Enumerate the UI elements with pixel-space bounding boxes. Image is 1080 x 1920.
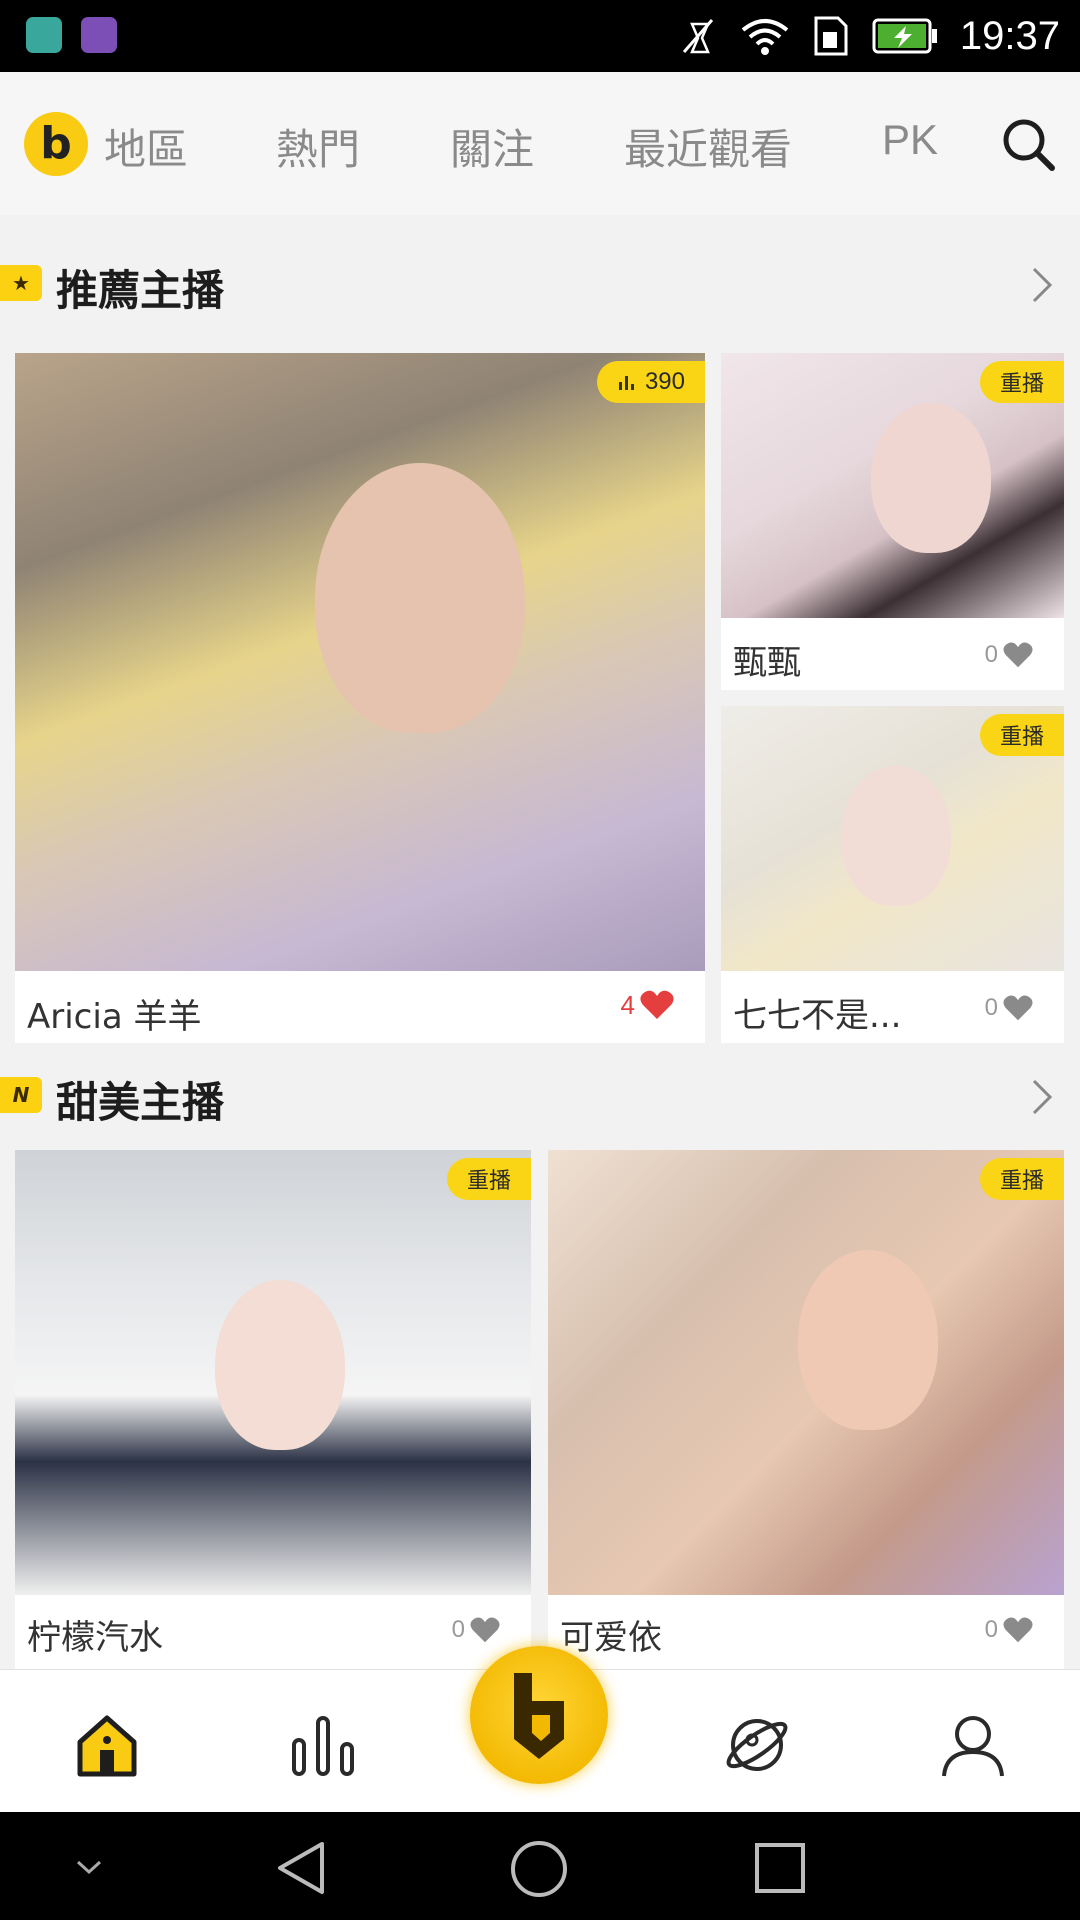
- new-badge-icon: N: [0, 1077, 42, 1113]
- mute-icon: [682, 19, 714, 54]
- streamer-photo: [15, 353, 705, 971]
- like-count: 0: [984, 994, 998, 1021]
- viewer-count: 390: [644, 368, 685, 395]
- replay-badge: 重播: [446, 1158, 531, 1200]
- gallery-icon: [81, 17, 117, 53]
- recents-icon[interactable]: [754, 1842, 806, 1894]
- clock: 19:37: [959, 13, 1060, 58]
- like-count: 0: [451, 1616, 465, 1643]
- replay-label: 重播: [466, 1169, 511, 1194]
- home-icon[interactable]: [72, 1710, 142, 1780]
- streamer-card-zhenzhen[interactable]: 重播 甄甄 0: [721, 353, 1064, 690]
- streamer-name: 可爱依: [560, 1618, 662, 1658]
- chevron-down-icon[interactable]: [74, 1852, 104, 1882]
- streamer-name: 柠檬汽水: [27, 1618, 163, 1658]
- streamer-card-aricia[interactable]: 390 Aricia 羊羊 4: [15, 353, 705, 1043]
- chevron-right-icon[interactable]: [1028, 265, 1056, 305]
- likes: 4: [621, 989, 675, 1021]
- ranking-icon[interactable]: [288, 1710, 358, 1780]
- likes: 0: [985, 641, 1034, 669]
- face-shape: [871, 403, 991, 553]
- star-badge-icon: ★: [0, 265, 42, 301]
- logo-letter: b: [40, 118, 72, 169]
- replay-badge: 重播: [979, 1158, 1064, 1200]
- heart-icon: [1003, 642, 1033, 668]
- heart-icon: [640, 990, 674, 1019]
- profile-icon[interactable]: [938, 1710, 1008, 1780]
- section-title: 推薦主播: [56, 266, 225, 315]
- heart-icon: [1003, 995, 1033, 1021]
- replay-badge: 重播: [979, 361, 1064, 403]
- streamer-name: Aricia 羊羊: [27, 997, 202, 1037]
- tab-region[interactable]: 地區: [104, 116, 188, 177]
- tab-following[interactable]: 關注: [450, 116, 534, 177]
- tab-popular[interactable]: 熱門: [276, 116, 360, 177]
- section-title: 甜美主播: [56, 1078, 225, 1127]
- android-debug-icon: [26, 17, 62, 53]
- face-shape: [315, 463, 525, 733]
- viewer-count-badge: 390: [596, 361, 705, 403]
- likes: 0: [985, 1616, 1034, 1644]
- system-navigation-bar: [0, 1812, 1080, 1920]
- status-bar: 19:37: [0, 0, 1080, 72]
- sim-icon: [814, 16, 848, 56]
- replay-label: 重播: [999, 372, 1044, 397]
- chevron-right-icon[interactable]: [1028, 1077, 1056, 1117]
- replay-label: 重播: [999, 1169, 1044, 1194]
- face-shape: [841, 766, 951, 906]
- replay-badge: 重播: [979, 714, 1064, 756]
- streamer-photo: [15, 1150, 531, 1595]
- section-header-sweet[interactable]: N 甜美主播: [0, 1057, 1080, 1137]
- streamer-card-keaiyi[interactable]: 重播 可爱依 0: [548, 1150, 1064, 1669]
- live-center-button[interactable]: [470, 1646, 608, 1784]
- tab-recently-watched[interactable]: 最近觀看: [624, 116, 792, 177]
- bar-chart-icon: [618, 376, 634, 390]
- like-count: 4: [620, 989, 635, 1020]
- top-navigation: b 地區 熱門 關注 最近觀看 PK: [0, 72, 1080, 215]
- likes: 0: [452, 1616, 501, 1644]
- explore-planet-icon[interactable]: [722, 1710, 792, 1780]
- live-center-icon: [514, 1673, 564, 1759]
- streamer-name: 甄甄: [733, 643, 801, 683]
- battery-charging-icon: [872, 18, 937, 54]
- section-header-recommended[interactable]: ★ 推薦主播: [0, 245, 1080, 325]
- streamer-card-lemon-soda[interactable]: 重播 柠檬汽水 0: [15, 1150, 531, 1669]
- replay-label: 重播: [999, 725, 1044, 750]
- streamer-name: 七七不是...: [733, 996, 902, 1036]
- home-circle-icon[interactable]: [510, 1840, 568, 1898]
- tab-pk[interactable]: PK: [882, 116, 938, 164]
- streamer-card-qiqi[interactable]: 重播 七七不是... 0: [721, 706, 1064, 1043]
- streamer-photo: [548, 1150, 1064, 1595]
- heart-icon: [470, 1617, 500, 1643]
- heart-icon: [1003, 1617, 1033, 1643]
- like-count: 0: [984, 1616, 998, 1643]
- face-shape: [215, 1280, 345, 1450]
- back-icon[interactable]: [274, 1840, 328, 1896]
- app-logo[interactable]: b: [24, 112, 88, 176]
- like-count: 0: [984, 641, 998, 668]
- face-shape: [798, 1250, 938, 1430]
- search-icon[interactable]: [998, 114, 1058, 174]
- likes: 0: [985, 994, 1034, 1022]
- wifi-icon: [741, 19, 789, 55]
